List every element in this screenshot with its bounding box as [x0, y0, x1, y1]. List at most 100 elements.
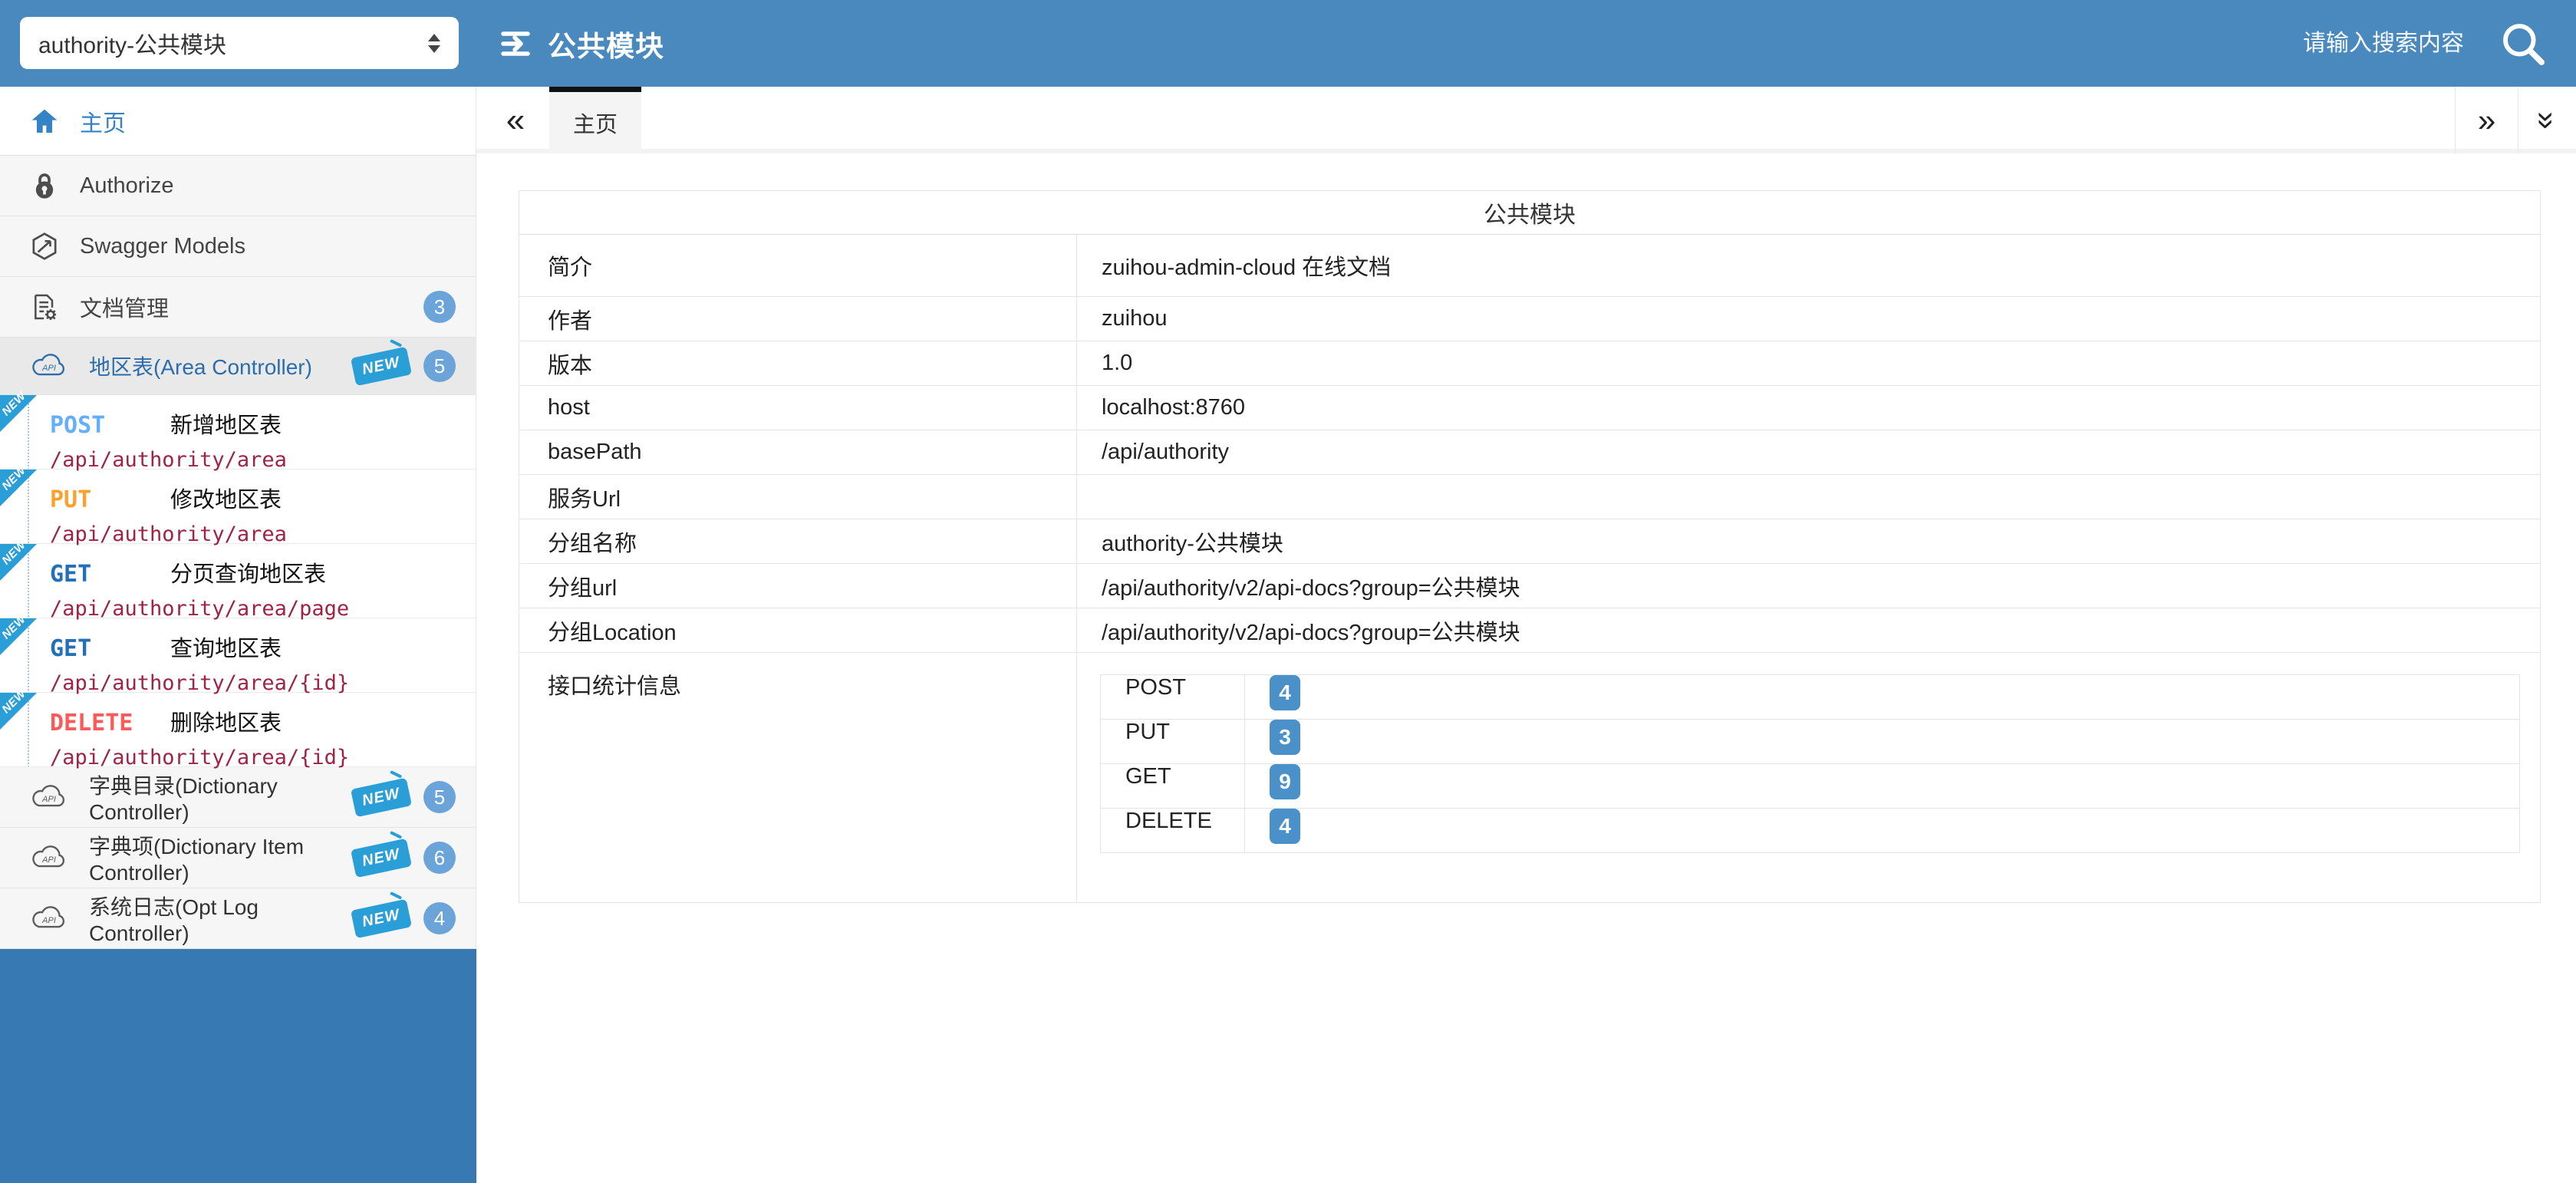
endpoint-title: 新增地区表 — [170, 407, 282, 440]
sidebar-footer — [0, 949, 476, 1183]
count-badge: 6 — [423, 842, 456, 874]
endpoint-delete-area-id[interactable]: NEW DELETE 删除地区表 /api/authority/area/{id… — [0, 693, 476, 767]
home-icon — [29, 106, 60, 137]
collapse-all-icon[interactable]: » — [2518, 87, 2576, 153]
tab-home[interactable]: 主页 — [549, 87, 641, 153]
row-label: 接口统计信息 — [519, 653, 1077, 903]
sidebar-item-swagger-models[interactable]: Swagger Models — [0, 216, 476, 277]
endpoint-path: /api/authority/area/{id} — [50, 746, 476, 769]
stat-method: DELETE — [1101, 809, 1245, 853]
new-tag-icon: NEW — [351, 898, 412, 938]
endpoint-path: /api/authority/area — [50, 522, 476, 546]
controller-name: 系统日志(Opt Log Controller) — [89, 891, 333, 946]
count-badge: 3 — [423, 291, 456, 323]
endpoint-title: 查询地区表 — [170, 631, 282, 663]
svg-text:API: API — [41, 855, 56, 865]
search-icon[interactable] — [2498, 18, 2548, 69]
row-value: 1.0 — [1077, 341, 2541, 386]
table-title: 公共模块 — [519, 191, 2541, 235]
stat-count-badge: 3 — [1270, 720, 1300, 755]
module-info-table: 公共模块 简介 zuihou-admin-cloud 在线文档 作者 zuiho… — [519, 190, 2541, 903]
sidebar-item-doc-manage[interactable]: 文档管理 3 — [0, 277, 476, 338]
endpoint-get-area-page[interactable]: NEW GET 分页查询地区表 /api/authority/area/page — [0, 544, 476, 618]
endpoint-title: 修改地区表 — [170, 482, 282, 514]
method-stats-table: POST 4 PUT 3 GET 9 DELETE 4 — [1100, 674, 2520, 853]
row-label: 版本 — [519, 341, 1077, 386]
tab-scroll-left-icon[interactable]: « — [489, 87, 542, 153]
main-panel: « 主页 » » 公共模块 简介 zuihou-admin-cloud 在线文档… — [476, 87, 2576, 1183]
sidebar-controller-dictionary-item[interactable]: API 字典项(Dictionary Item Controller) NEW … — [0, 828, 476, 888]
sidebar-item-label: 文档管理 — [80, 291, 169, 323]
sidebar-item-label: 主页 — [80, 104, 126, 138]
row-value: localhost:8760 — [1077, 386, 2541, 430]
new-tag-icon: NEW — [351, 838, 412, 878]
endpoint-title: 分页查询地区表 — [170, 556, 326, 588]
stats-cell: POST 4 PUT 3 GET 9 DELETE 4 — [1077, 653, 2541, 903]
count-badge: 4 — [423, 902, 456, 934]
endpoint-list: NEW POST 新增地区表 /api/authority/area NEW P… — [0, 395, 476, 767]
row-label: host — [519, 386, 1077, 430]
row-label: 分组url — [519, 564, 1077, 608]
api-cloud-icon: API — [29, 783, 69, 811]
sidebar-item-label: Swagger Models — [80, 234, 245, 259]
row-label: basePath — [519, 430, 1077, 475]
lock-icon — [29, 170, 60, 201]
stat-count-badge: 4 — [1270, 809, 1300, 844]
api-cloud-icon: API — [29, 352, 69, 380]
new-ribbon-icon: NEW — [0, 693, 37, 730]
row-value: zuihou-admin-cloud 在线文档 — [1077, 235, 2541, 297]
stat-count-badge: 9 — [1270, 764, 1300, 799]
count-badge: 5 — [423, 350, 456, 382]
row-value: /api/authority — [1077, 430, 2541, 475]
sidebar-controller-dictionary[interactable]: API 字典目录(Dictionary Controller) NEW 5 — [0, 767, 476, 828]
sidebar-item-home[interactable]: 主页 — [0, 87, 476, 156]
select-spinner-icon — [428, 34, 440, 53]
api-cloud-icon: API — [29, 905, 69, 932]
sidebar-controller-area[interactable]: API 地区表(Area Controller) NEW 5 — [0, 338, 476, 395]
row-label: 分组名称 — [519, 519, 1077, 564]
sidebar-item-authorize[interactable]: Authorize — [0, 156, 476, 216]
row-label: 作者 — [519, 297, 1077, 341]
hexagon-model-icon — [29, 231, 60, 262]
row-value — [1077, 475, 2541, 519]
sidebar: 主页 Authorize Swagger Models 文档管理 — [0, 87, 476, 1183]
controller-name: 地区表(Area Controller) — [89, 351, 312, 381]
controller-name: 字典项(Dictionary Item Controller) — [89, 830, 333, 885]
document-gear-icon — [29, 292, 60, 322]
method-label: GET — [50, 561, 136, 588]
search-input[interactable] — [2211, 31, 2464, 57]
app-header: authority-公共模块 公共模块 — [0, 0, 2576, 87]
stat-count-badge: 4 — [1270, 675, 1300, 710]
stat-method: PUT — [1101, 720, 1245, 764]
new-ribbon-icon: NEW — [0, 395, 37, 432]
row-value: zuihou — [1077, 297, 2541, 341]
row-value: authority-公共模块 — [1077, 519, 2541, 564]
endpoint-get-area-id[interactable]: NEW GET 查询地区表 /api/authority/area/{id} — [0, 618, 476, 693]
svg-text:API: API — [41, 795, 56, 804]
endpoint-path: /api/authority/area/page — [50, 597, 476, 621]
row-label: 分组Location — [519, 608, 1077, 653]
stat-method: POST — [1101, 675, 1245, 720]
svg-text:API: API — [41, 916, 56, 925]
endpoint-title: 删除地区表 — [170, 705, 282, 737]
controller-name: 字典目录(Dictionary Controller) — [89, 769, 333, 825]
endpoint-path: /api/authority/area — [50, 448, 476, 472]
row-value: /api/authority/v2/api-docs?group=公共模块 — [1077, 608, 2541, 653]
row-value: /api/authority/v2/api-docs?group=公共模块 — [1077, 564, 2541, 608]
new-tag-icon: NEW — [351, 346, 412, 386]
tab-scroll-right-icon[interactable]: » — [2455, 87, 2518, 153]
new-ribbon-icon: NEW — [0, 544, 37, 581]
api-cloud-icon: API — [29, 844, 69, 872]
row-label: 简介 — [519, 235, 1077, 297]
endpoint-put-area[interactable]: NEW PUT 修改地区表 /api/authority/area — [0, 470, 476, 544]
group-select[interactable]: authority-公共模块 — [20, 17, 459, 69]
page-title: 公共模块 — [548, 23, 664, 64]
count-badge: 5 — [423, 781, 456, 813]
new-tag-icon: NEW — [351, 777, 412, 817]
sidebar-controller-opt-log[interactable]: API 系统日志(Opt Log Controller) NEW 4 — [0, 888, 476, 949]
exchange-icon — [497, 28, 534, 60]
method-label: DELETE — [50, 710, 136, 736]
api-icon-label: API — [41, 364, 56, 373]
endpoint-path: /api/authority/area/{id} — [50, 671, 476, 695]
endpoint-post-area[interactable]: NEW POST 新增地区表 /api/authority/area — [0, 395, 476, 470]
